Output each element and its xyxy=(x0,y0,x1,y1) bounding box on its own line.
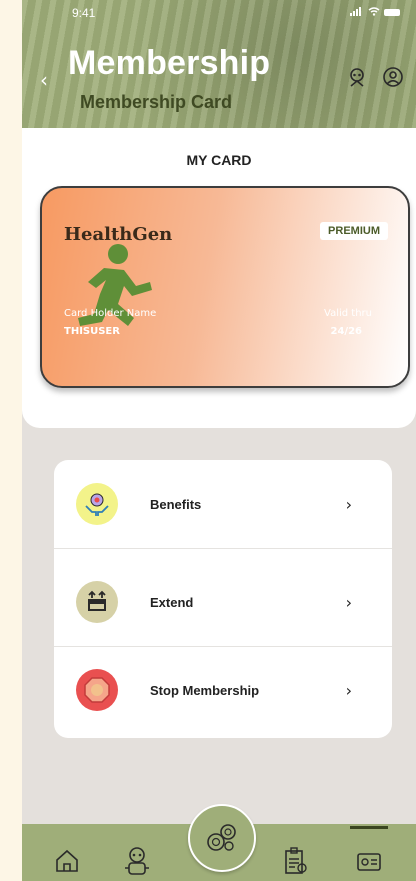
battery-icon xyxy=(384,9,400,16)
home-icon xyxy=(56,849,78,872)
valid-label: Valid thru xyxy=(324,308,372,319)
robot-icon xyxy=(350,68,364,87)
stop-hand-icon xyxy=(76,669,118,711)
card-section: MY CARD HealthGen PREMIUM Card Holder Na… xyxy=(22,128,416,428)
back-button[interactable]: ‹ xyxy=(40,68,48,92)
active-tab-indicator xyxy=(350,826,388,829)
menu-item-label: Benefits xyxy=(150,496,202,512)
menu-item-label: Stop Membership xyxy=(150,682,260,698)
menu-item-benefits[interactable]: Benefits › xyxy=(54,460,392,548)
header-actions xyxy=(344,64,406,90)
user-icon xyxy=(383,67,403,87)
membership-menu: Benefits › Extend › Stop Membership › xyxy=(54,460,392,738)
page-subtitle: Membership Card xyxy=(80,92,233,112)
chevron-right-icon: › xyxy=(345,494,352,514)
page-title: Membership xyxy=(68,44,271,82)
profile-button[interactable] xyxy=(380,64,406,90)
chevron-right-icon: › xyxy=(345,592,352,612)
food-icon xyxy=(207,824,236,851)
header: 9:41 ‹ Membership Membership Card xyxy=(22,0,416,128)
nav-membership[interactable] xyxy=(354,846,384,876)
membership-card[interactable]: HealthGen PREMIUM Card Holder Name THISU… xyxy=(40,186,410,388)
signal-icon xyxy=(350,6,364,19)
divider xyxy=(54,548,392,549)
membership-card-icon xyxy=(357,853,381,871)
holder-label: Card Holder Name xyxy=(64,308,157,319)
clipboard-icon xyxy=(285,847,307,874)
nav-plans[interactable] xyxy=(280,846,310,876)
tier-badge: PREMIUM xyxy=(320,222,388,240)
valid-date: 24/26 xyxy=(330,326,362,337)
menu-item-extend[interactable]: Extend › xyxy=(54,558,392,646)
robot-icon xyxy=(125,847,149,875)
nav-home[interactable] xyxy=(52,846,82,876)
center-action-button[interactable] xyxy=(188,804,256,872)
holder-name: THISUSER xyxy=(64,326,120,337)
phone-screen: 9:41 ‹ Membership Membership Card MY CAR… xyxy=(22,0,416,881)
menu-item-stop-membership[interactable]: Stop Membership › xyxy=(54,646,392,734)
card-section-heading: MY CARD xyxy=(186,152,252,168)
status-icons xyxy=(350,6,400,19)
menu-item-label: Extend xyxy=(150,594,194,610)
status-time: 9:41 xyxy=(72,6,96,20)
gift-hands-icon xyxy=(76,483,118,525)
chevron-right-icon: › xyxy=(345,680,352,700)
assistant-bot-button[interactable] xyxy=(344,64,370,90)
wifi-icon xyxy=(368,6,380,19)
nav-assistant[interactable] xyxy=(122,846,152,876)
extend-box-icon xyxy=(76,581,118,623)
